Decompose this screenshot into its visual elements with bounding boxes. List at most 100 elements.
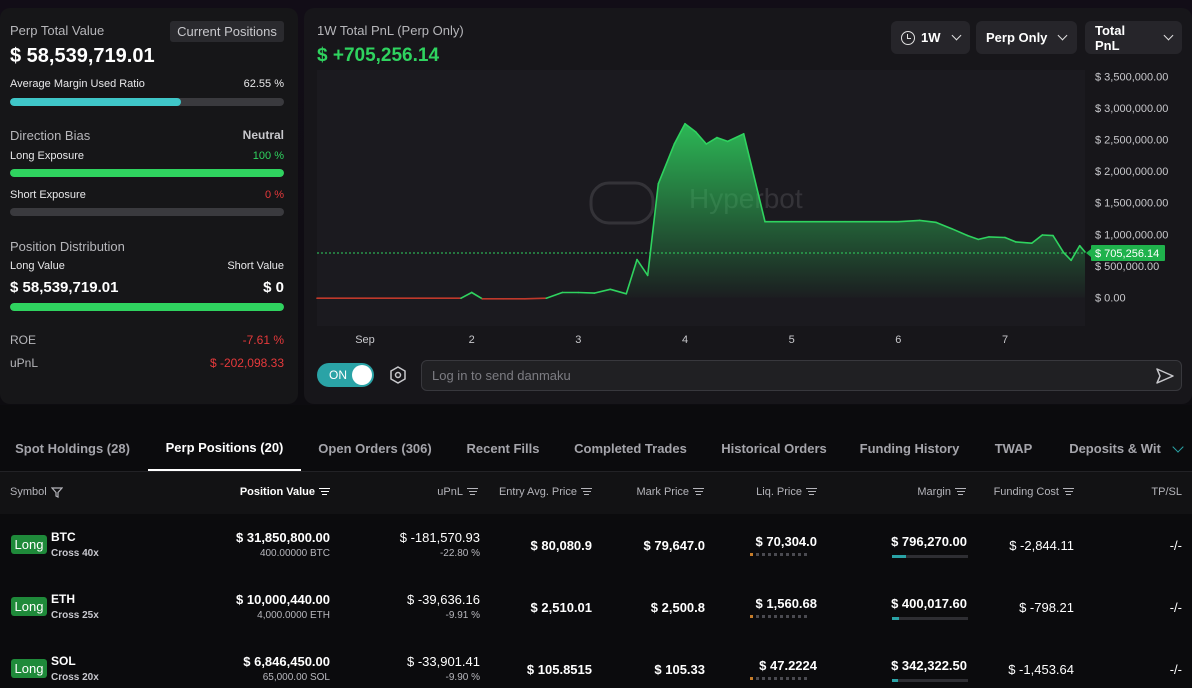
- liq-risk-dot: [798, 615, 801, 618]
- liq-risk-dot: [762, 615, 765, 618]
- upnl-value: $ -202,098.33: [209, 356, 284, 370]
- pnl-chart: Hyperbot $ 3,500,000.00$ 3,000,000.00$ 2…: [316, 70, 1168, 346]
- roe-value: -7.61 %: [242, 333, 284, 347]
- tab-recent-fills[interactable]: Recent Fills: [450, 425, 556, 471]
- toggle-knob: [352, 365, 372, 385]
- margin-ratio-fill: [892, 617, 899, 620]
- filter-icon[interactable]: [50, 486, 63, 498]
- tab-open-orders[interactable]: Open Orders (306): [305, 425, 445, 471]
- th-margin[interactable]: Margin: [917, 486, 966, 498]
- liq-risk-dot: [768, 615, 771, 618]
- leverage: Cross 40x: [51, 548, 99, 559]
- th-symbol[interactable]: Symbol: [10, 486, 63, 498]
- liq-risk-dot: [786, 677, 789, 680]
- table-row[interactable]: Long BTC Cross 40x $ 31,850,800.00 400.00000…: [0, 515, 1192, 577]
- toggle-label: ON: [329, 368, 347, 382]
- perp-total-value-label: Perp Total Value: [10, 23, 105, 38]
- tpsl[interactable]: -/-: [1170, 538, 1182, 553]
- tpsl[interactable]: -/-: [1170, 662, 1182, 677]
- upnl: $ -181,570.93: [399, 530, 480, 545]
- danmaku-input[interactable]: Log in to send danmaku: [421, 360, 1182, 391]
- tab-spot-holdings[interactable]: Spot Holdings (28): [0, 425, 145, 471]
- th-tpsl: TP/SL: [1151, 486, 1182, 498]
- side-badge: Long: [11, 597, 47, 616]
- short-exposure-value: 0 %: [265, 189, 284, 201]
- sort-icon[interactable]: [955, 488, 966, 496]
- liq-risk-dot: [798, 553, 801, 556]
- liq-risk-dot: [804, 677, 807, 680]
- x-tick-label: Sep: [355, 334, 375, 346]
- position-size: 4,000.0000 ETH: [257, 610, 330, 621]
- margin-ratio-bar: [892, 555, 968, 558]
- th-funding-cost[interactable]: Funding Cost: [994, 486, 1074, 498]
- margin-ratio-fill: [892, 555, 906, 558]
- liq-risk-dot: [768, 553, 771, 556]
- liq-risk-dot: [756, 553, 759, 556]
- liq-risk-dot: [756, 615, 759, 618]
- th-entry-price[interactable]: Entry Avg. Price: [499, 486, 592, 498]
- tab-deposits-withdrawals[interactable]: Deposits & Wit: [1055, 425, 1175, 471]
- y-tick-label: $ 500,000.00: [1095, 261, 1159, 273]
- x-tick-label: 2: [469, 334, 475, 346]
- long-value: $ 58,539,719.01: [10, 279, 119, 296]
- th-mark-price[interactable]: Mark Price: [636, 486, 704, 498]
- upnl-percent: -22.80 %: [439, 548, 480, 559]
- side-badge: Long: [11, 535, 47, 554]
- pnl-line-segment: [577, 291, 596, 294]
- th-entry-label: Entry Avg. Price: [498, 486, 577, 498]
- tab-funding-history[interactable]: Funding History: [847, 425, 972, 471]
- entry-price: $ 2,510.01: [530, 600, 592, 615]
- margin-ratio-bar: [892, 679, 968, 682]
- y-tick-label: $ 1,500,000.00: [1095, 198, 1168, 210]
- margin: $ 796,270.00: [891, 534, 967, 549]
- liq-risk-dot: [786, 615, 789, 618]
- y-tick-label: $ 3,000,000.00: [1095, 103, 1168, 115]
- sort-icon[interactable]: [693, 488, 704, 496]
- sort-icon[interactable]: [581, 488, 592, 496]
- th-position-value[interactable]: Position Value: [240, 486, 330, 498]
- th-upnl[interactable]: uPnL: [437, 486, 478, 498]
- symbol[interactable]: SOL: [51, 654, 76, 668]
- table-row[interactable]: Long ETH Cross 25x $ 10,000,440.00 4,000.000…: [0, 577, 1192, 639]
- danmaku-placeholder: Log in to send danmaku: [432, 368, 571, 383]
- send-icon[interactable]: [1155, 367, 1175, 388]
- direction-bias-value: Neutral: [242, 128, 284, 142]
- sort-icon[interactable]: [806, 488, 817, 496]
- margin: $ 342,322.50: [891, 658, 967, 673]
- liq-risk-dot: [780, 553, 783, 556]
- tab-twap[interactable]: TWAP: [976, 425, 1051, 471]
- current-value-pointer: [1086, 248, 1091, 257]
- tpsl[interactable]: -/-: [1170, 600, 1182, 615]
- direction-bias-label: Direction Bias: [10, 128, 91, 143]
- y-tick-label: $ 3,500,000.00: [1095, 71, 1168, 83]
- liq-risk-dot: [774, 677, 777, 680]
- settings-icon[interactable]: [389, 366, 407, 389]
- pnl-line-segment: [988, 236, 1006, 239]
- short-exposure-label: Short Exposure: [10, 189, 86, 201]
- y-tick-label: $ 0.00: [1095, 293, 1126, 305]
- long-exposure-bar: [10, 169, 284, 177]
- x-tick-label: 6: [895, 334, 901, 346]
- liq-risk-dot: [750, 615, 753, 618]
- tab-perp-positions[interactable]: Perp Positions (20): [148, 425, 301, 471]
- th-liq-price[interactable]: Liq. Price: [756, 486, 817, 498]
- sort-icon[interactable]: [1063, 488, 1074, 496]
- symbol[interactable]: BTC: [51, 530, 76, 544]
- tab-historical-orders[interactable]: Historical Orders: [706, 425, 842, 471]
- sort-icon[interactable]: [319, 488, 330, 496]
- table-row[interactable]: Long SOL Cross 20x $ 6,846,450.00 65,000.00 …: [0, 639, 1192, 688]
- liq-risk-dot: [762, 677, 765, 680]
- liq-risk-dot: [804, 615, 807, 618]
- symbol[interactable]: ETH: [51, 592, 75, 606]
- tab-completed-trades[interactable]: Completed Trades: [560, 425, 701, 471]
- liq-risk-dot: [780, 615, 783, 618]
- danmaku-toggle[interactable]: ON: [317, 363, 374, 387]
- sort-icon[interactable]: [467, 488, 478, 496]
- upnl-percent: -9.90 %: [445, 672, 480, 683]
- avg-margin-bar: [10, 98, 284, 106]
- avg-margin-label: Average Margin Used Ratio: [10, 78, 145, 90]
- x-tick-label: 5: [789, 334, 795, 346]
- current-positions-button[interactable]: Current Positions: [170, 21, 284, 42]
- short-value-label: Short Value: [227, 260, 284, 272]
- mark-price: $ 105.33: [654, 662, 705, 677]
